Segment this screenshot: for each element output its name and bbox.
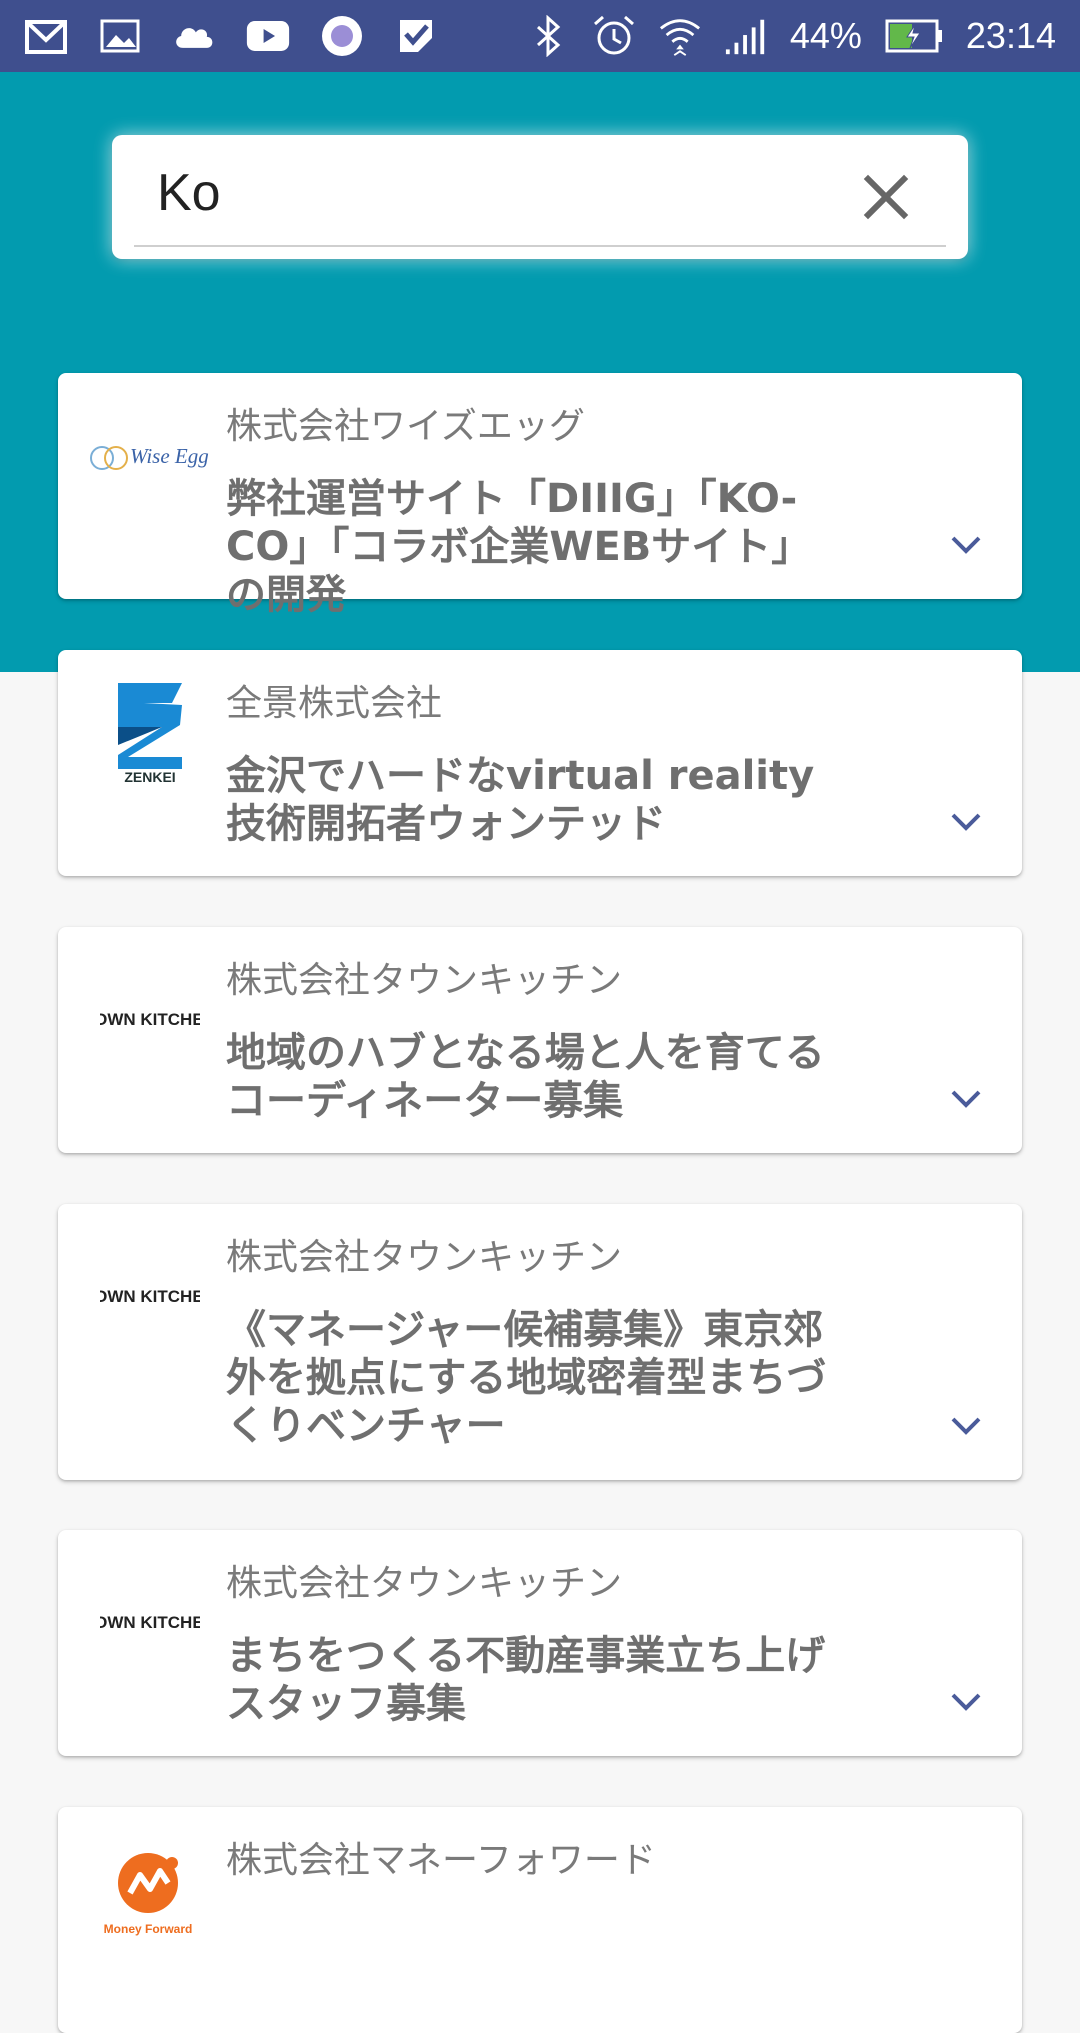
battery-charging-icon	[884, 14, 944, 58]
job-card[interactable]: TOWN KITCHEN 株式会社タウンキッチン まちをつくる不動産事業立ち上げ…	[58, 1530, 1022, 1756]
job-title: 金沢でハードなvirtual reality技術開拓者ウォンテッド	[226, 753, 815, 847]
svg-text:ZENKEI: ZENKEI	[124, 769, 175, 785]
chevron-down-icon[interactable]	[946, 1079, 986, 1119]
job-title: 《マネージャー候補募集》東京郊外を拠点にする地域密着型まちづくりベンチャー	[226, 1307, 827, 1449]
signal-icon	[724, 14, 768, 58]
company-logo-zenkei: ZENKEI	[80, 670, 220, 790]
search-box[interactable]	[112, 135, 968, 259]
job-card[interactable]: ZENKEI 全景株式会社 金沢でハードなvirtual reality技術開拓…	[58, 650, 1022, 876]
search-input[interactable]	[157, 153, 797, 233]
svg-text:TOWN KITCHEN: TOWN KITCHEN	[100, 1287, 200, 1306]
check-app-icon	[394, 14, 438, 58]
mail-icon	[24, 14, 68, 58]
search-underline	[134, 245, 946, 247]
svg-text:Money Forward: Money Forward	[104, 1922, 193, 1936]
chevron-down-icon[interactable]	[946, 802, 986, 842]
job-title: 弊社運営サイト「DIIIG」「KO-CO」「コラボ企業WEBサイト」の開発	[226, 476, 812, 618]
company-name: 株式会社タウンキッチン	[226, 1237, 623, 1278]
battery-percentage: 44%	[789, 15, 862, 56]
job-title: 地域のハブとなる場と人を育てるコーディネーター募集	[226, 1030, 825, 1124]
job-card[interactable]: TOWN KITCHEN 株式会社タウンキッチン 地域のハブとなる場と人を育てる…	[58, 927, 1022, 1153]
chevron-down-icon[interactable]	[946, 1406, 986, 1446]
job-card[interactable]: TOWN KITCHEN 株式会社タウンキッチン 《マネージャー候補募集》東京郊…	[58, 1204, 1022, 1480]
company-logo-wise-egg: Wise Egg	[80, 393, 220, 513]
alarm-icon	[592, 14, 636, 58]
company-name: 株式会社ワイズエッグ	[226, 406, 585, 447]
company-logo-town-kitchen: TOWN KITCHEN	[80, 1224, 220, 1344]
job-card[interactable]: Money Forward 株式会社マネーフォワード	[58, 1807, 1022, 2033]
company-logo-town-kitchen: TOWN KITCHEN	[80, 1550, 220, 1670]
circle-app-icon	[320, 14, 364, 58]
clear-search-button[interactable]	[854, 165, 918, 229]
gallery-icon	[98, 14, 142, 58]
youtube-icon	[246, 14, 290, 58]
svg-text:Wise Egg: Wise Egg	[130, 444, 209, 468]
company-name: 全景株式会社	[226, 683, 443, 724]
company-logo-town-kitchen: TOWN KITCHEN	[80, 947, 220, 1067]
job-title: まちをつくる不動産事業立ち上げスタッフ募集	[226, 1633, 826, 1727]
close-icon	[863, 174, 909, 220]
company-name: 株式会社タウンキッチン	[226, 960, 623, 1001]
clock: 23:14	[965, 15, 1056, 56]
chevron-down-icon[interactable]	[946, 1682, 986, 1722]
company-logo-money-forward: Money Forward	[80, 1827, 220, 1947]
status-bar: 44% 23:14	[0, 0, 1080, 72]
cloud-icon	[172, 14, 216, 58]
job-card[interactable]: Wise Egg 株式会社ワイズエッグ 弊社運営サイト「DIIIG」「KO-CO…	[58, 373, 1022, 618]
svg-text:TOWN KITCHEN: TOWN KITCHEN	[100, 1010, 200, 1029]
company-name: 株式会社タウンキッチン	[226, 1563, 623, 1604]
wifi-icon	[658, 14, 702, 58]
chevron-down-icon[interactable]	[946, 525, 986, 565]
company-name: 株式会社マネーフォワード	[226, 1840, 656, 1881]
svg-text:TOWN KITCHEN: TOWN KITCHEN	[100, 1613, 200, 1632]
bluetooth-icon	[526, 14, 570, 58]
